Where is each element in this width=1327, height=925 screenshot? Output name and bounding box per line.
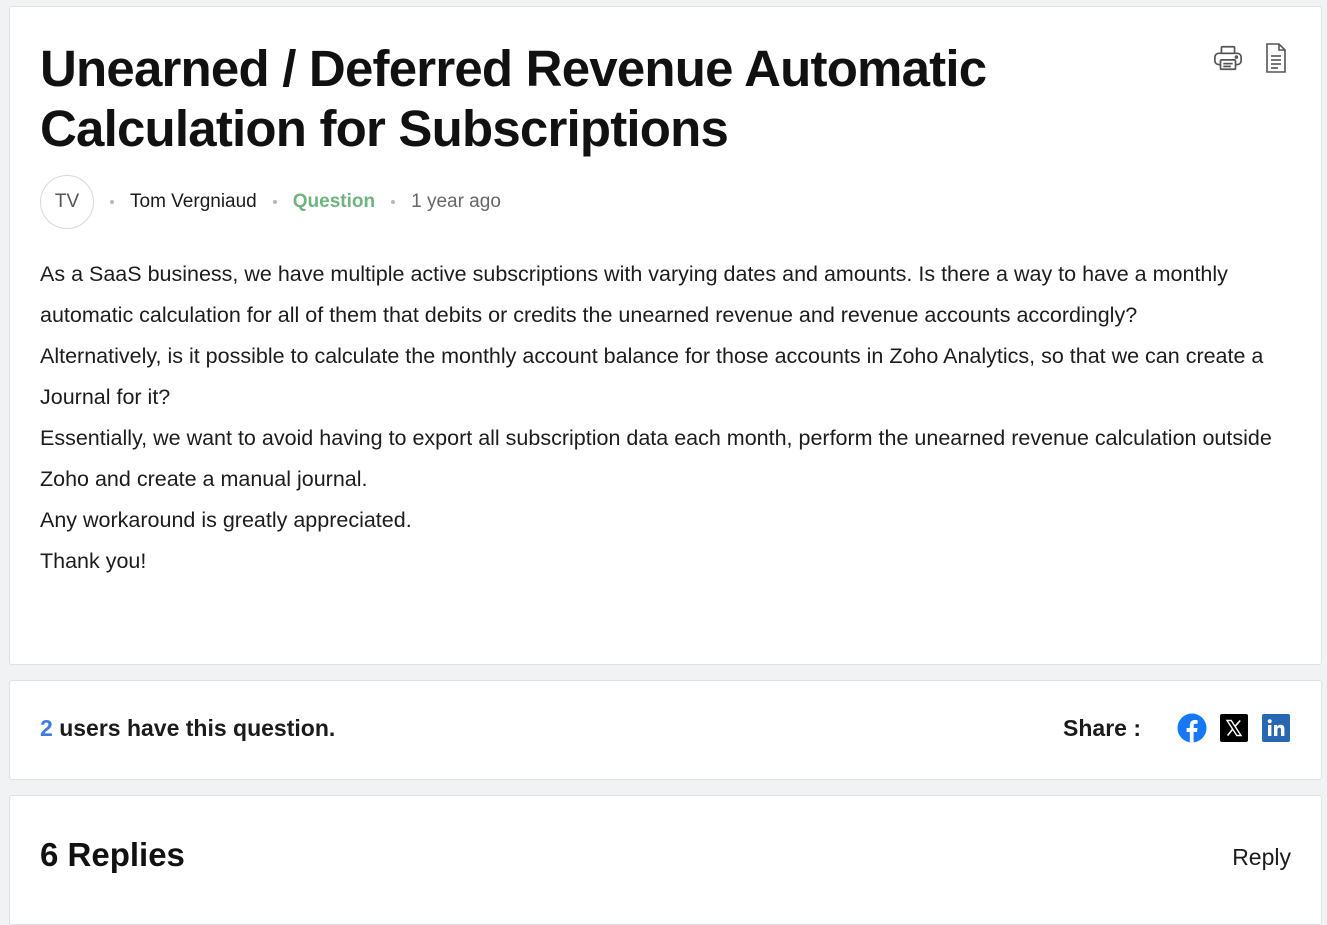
x-icon bbox=[1220, 714, 1248, 742]
share-label: Share : bbox=[1063, 714, 1141, 741]
reply-button[interactable]: Reply bbox=[1232, 844, 1291, 871]
body-paragraph: Thank you! bbox=[40, 549, 147, 573]
share-facebook-button[interactable] bbox=[1177, 713, 1207, 743]
document-icon bbox=[1266, 43, 1286, 73]
post-body: As a SaaS business, we have multiple act… bbox=[40, 254, 1300, 582]
separator-dot bbox=[272, 200, 277, 204]
separator-dot bbox=[110, 200, 114, 204]
view-document-button[interactable] bbox=[1261, 43, 1291, 73]
separator-dot bbox=[391, 200, 396, 204]
avatar[interactable]: TV bbox=[40, 175, 94, 229]
users-text: users have this question. bbox=[59, 715, 336, 741]
share-bar: Share : bbox=[1063, 713, 1291, 743]
post-card: Unearned / Deferred Revenue Automatic Ca… bbox=[9, 6, 1322, 665]
post-type-badge: Question bbox=[292, 191, 376, 212]
question-meta-card: 2 users have this question. Share : bbox=[9, 680, 1322, 780]
facebook-icon bbox=[1177, 713, 1207, 743]
share-x-button[interactable] bbox=[1219, 713, 1249, 743]
post-title: Unearned / Deferred Revenue Automatic Ca… bbox=[40, 40, 987, 157]
replies-count: 6 Replies bbox=[40, 836, 185, 873]
post-tools bbox=[1213, 43, 1291, 73]
print-button[interactable] bbox=[1213, 43, 1243, 73]
users-count[interactable]: 2 bbox=[40, 715, 53, 741]
author-name[interactable]: Tom Vergniaud bbox=[130, 191, 257, 213]
body-paragraph: As a SaaS business, we have multiple act… bbox=[40, 262, 1228, 327]
body-paragraph: Alternatively, is it possible to calcula… bbox=[40, 344, 1264, 409]
share-linkedin-button[interactable] bbox=[1261, 713, 1291, 743]
linkedin-icon bbox=[1262, 714, 1290, 742]
body-paragraph: Any workaround is greatly appreciated. bbox=[40, 508, 412, 532]
post-byline: TV Tom Vergniaud Question 1 year ago bbox=[40, 175, 501, 229]
print-icon bbox=[1214, 45, 1242, 71]
post-timestamp: 1 year ago bbox=[411, 191, 501, 212]
users-have-question: 2 users have this question. bbox=[40, 715, 335, 742]
body-paragraph: Essentially, we want to avoid having to … bbox=[40, 426, 1272, 491]
